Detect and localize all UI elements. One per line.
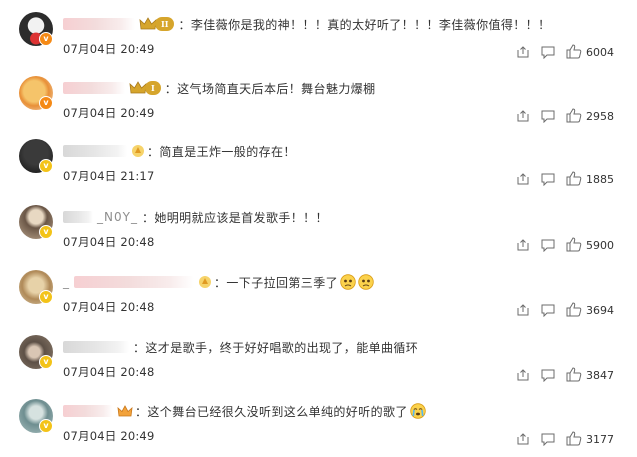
comment-item: v ：这才是歌手，终于好好唱歌的出现了，能单曲循环 07月04日 20:48 3… bbox=[0, 331, 637, 395]
sad-face-icon bbox=[358, 274, 374, 290]
comment-text: ：李佳薇你是我的神！！！真的太好听了！！！李佳薇你值得！！！ bbox=[178, 17, 551, 32]
like-count: 1885 bbox=[586, 173, 614, 186]
like-count: 5900 bbox=[586, 239, 614, 252]
sad-face-icon bbox=[340, 274, 356, 290]
username[interactable]: _ bbox=[63, 275, 70, 289]
comment-icon[interactable] bbox=[541, 304, 555, 317]
comment-item: v II ：李佳薇你是我的神！！！真的太好听了！！！李佳薇你值得！！！ 07月0… bbox=[0, 8, 637, 72]
share-icon[interactable] bbox=[517, 304, 529, 316]
share-icon[interactable] bbox=[517, 110, 529, 122]
username[interactable] bbox=[63, 82, 125, 94]
verified-badge-icon: v bbox=[39, 355, 53, 369]
comment-icon[interactable] bbox=[541, 173, 555, 186]
comment-text: ：这个舞台已经很久没听到这么单纯的好听的歌了 bbox=[135, 404, 408, 419]
fan-badge-icon bbox=[199, 276, 211, 288]
verified-badge-icon: v bbox=[39, 32, 53, 46]
timestamp: 07月04日 20:49 bbox=[63, 429, 155, 443]
like-icon[interactable] bbox=[566, 108, 582, 123]
comment-icon[interactable] bbox=[541, 46, 555, 59]
comment-item: v I ：这气场简直天后本后！舞台魅力爆棚 07月04日 20:49 2958 bbox=[0, 72, 637, 136]
comment-text: ：她明明就应该是首发歌手！！！ bbox=[141, 210, 328, 225]
comment-item: v ：简直是王炸一般的存在！ 07月04日 21:17 1885 bbox=[0, 135, 637, 199]
timestamp: 07月04日 21:17 bbox=[63, 169, 155, 183]
verified-badge-icon: v bbox=[39, 290, 53, 304]
comment-icon[interactable] bbox=[541, 433, 555, 446]
comment-text: ：这气场简直天后本后！舞台魅力爆棚 bbox=[164, 81, 376, 96]
comment-text: ：这才是歌手，终于好好唱歌的出现了，能单曲循环 bbox=[133, 340, 419, 355]
comment-icon[interactable] bbox=[541, 369, 555, 382]
fan-badge-icon bbox=[132, 145, 144, 157]
comment-icon[interactable] bbox=[541, 110, 555, 123]
timestamp: 07月04日 20:48 bbox=[63, 235, 155, 249]
crying-face-icon bbox=[410, 403, 426, 419]
timestamp: 07月04日 20:48 bbox=[63, 300, 155, 314]
like-count: 3177 bbox=[586, 433, 614, 446]
username-blur bbox=[74, 276, 194, 288]
share-icon[interactable] bbox=[517, 239, 529, 251]
like-icon[interactable] bbox=[566, 302, 582, 317]
timestamp: 07月04日 20:48 bbox=[63, 365, 155, 379]
like-icon[interactable] bbox=[566, 237, 582, 252]
verified-badge-icon: v bbox=[39, 225, 53, 239]
like-icon[interactable] bbox=[566, 367, 582, 382]
comment-item: v ：这个舞台已经很久没听到这么单纯的好听的歌了 07月04日 20:49 31… bbox=[0, 395, 637, 457]
username-blur bbox=[63, 211, 93, 223]
comment-item: v _N0Y_ ：她明明就应该是首发歌手！！！ 07月04日 20:48 590… bbox=[0, 201, 637, 265]
like-icon[interactable] bbox=[566, 44, 582, 59]
comment-text: ：一下子拉回第三季了 bbox=[214, 275, 339, 290]
like-count: 6004 bbox=[586, 46, 614, 59]
username[interactable] bbox=[63, 145, 127, 157]
crown-icon bbox=[117, 405, 133, 417]
like-count: 3847 bbox=[586, 369, 614, 382]
verified-badge-icon: v bbox=[39, 419, 53, 433]
timestamp: 07月04日 20:49 bbox=[63, 42, 155, 56]
verified-badge-icon: v bbox=[39, 159, 53, 173]
comment-icon[interactable] bbox=[541, 239, 555, 252]
share-icon[interactable] bbox=[517, 433, 529, 445]
username[interactable]: _N0Y_ bbox=[97, 210, 138, 224]
like-count: 2958 bbox=[586, 110, 614, 123]
like-count: 3694 bbox=[586, 304, 614, 317]
level-badge: II bbox=[155, 17, 175, 31]
comment-item: v _ ：一下子拉回第三季了 07月04日 20:48 3694 bbox=[0, 266, 637, 330]
verified-badge-icon: v bbox=[39, 96, 53, 110]
comment-text: ：简直是王炸一般的存在！ bbox=[147, 144, 296, 159]
timestamp: 07月04日 20:49 bbox=[63, 106, 155, 120]
username[interactable] bbox=[63, 341, 129, 353]
like-icon[interactable] bbox=[566, 171, 582, 186]
share-icon[interactable] bbox=[517, 369, 529, 381]
share-icon[interactable] bbox=[517, 173, 529, 185]
like-icon[interactable] bbox=[566, 431, 582, 446]
share-icon[interactable] bbox=[517, 46, 529, 58]
level-badge: I bbox=[145, 81, 161, 95]
username[interactable] bbox=[63, 18, 135, 30]
username[interactable] bbox=[63, 405, 113, 417]
